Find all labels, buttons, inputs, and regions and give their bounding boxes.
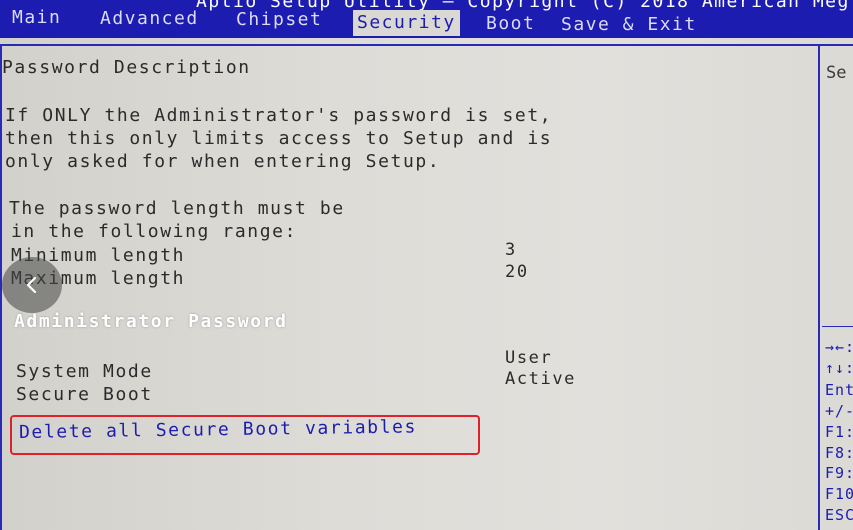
- help-key-enter: Ent: [825, 381, 853, 399]
- tab-security[interactable]: Security: [353, 10, 460, 36]
- help-key-select-item: ↑↓:: [825, 359, 853, 377]
- frame-top-border: [0, 44, 853, 46]
- system-mode-label: System Mode: [16, 361, 153, 382]
- help-panel-divider: [818, 44, 820, 530]
- menu-bar: Aptio Setup Utility – Copyright (C) 2018…: [0, 0, 853, 38]
- description-line: only asked for when entering Setup.: [5, 151, 441, 172]
- chevron-left-icon: [26, 276, 37, 294]
- section-title: Password Description: [2, 57, 251, 78]
- tab-save-exit[interactable]: Save & Exit: [561, 14, 697, 35]
- bios-screen: Aptio Setup Utility – Copyright (C) 2018…: [0, 0, 853, 530]
- tab-main[interactable]: Main: [12, 7, 61, 28]
- min-length-value: 3: [505, 240, 517, 260]
- help-key-change-opt: +/-: [825, 402, 853, 420]
- secure-boot-value: Active: [505, 369, 577, 389]
- administrator-password-item[interactable]: Administrator Password: [14, 311, 288, 332]
- help-separator: [822, 326, 853, 327]
- help-key-select-screen: →←:: [825, 338, 853, 356]
- back-button[interactable]: [2, 257, 62, 313]
- length-note-line: in the following range:: [11, 221, 298, 242]
- help-key-esc: ESC: [825, 506, 853, 524]
- system-mode-value: User: [505, 348, 553, 368]
- tab-advanced[interactable]: Advanced: [100, 8, 199, 29]
- secure-boot-label: Secure Boot: [16, 384, 153, 405]
- help-key-f8: F8:: [825, 444, 853, 462]
- description-line: If ONLY the Administrator's password is …: [5, 105, 553, 126]
- description-line: then this only limits access to Setup an…: [5, 128, 553, 149]
- length-note-line: The password length must be: [9, 198, 345, 219]
- help-key-f10: F10: [825, 485, 853, 503]
- help-title: Se: [826, 63, 847, 83]
- tab-chipset[interactable]: Chipset: [236, 9, 322, 30]
- help-key-f1: F1:: [825, 423, 853, 441]
- tab-boot[interactable]: Boot: [486, 13, 535, 34]
- max-length-value: 20: [505, 262, 529, 282]
- help-key-f9: F9:: [825, 464, 853, 482]
